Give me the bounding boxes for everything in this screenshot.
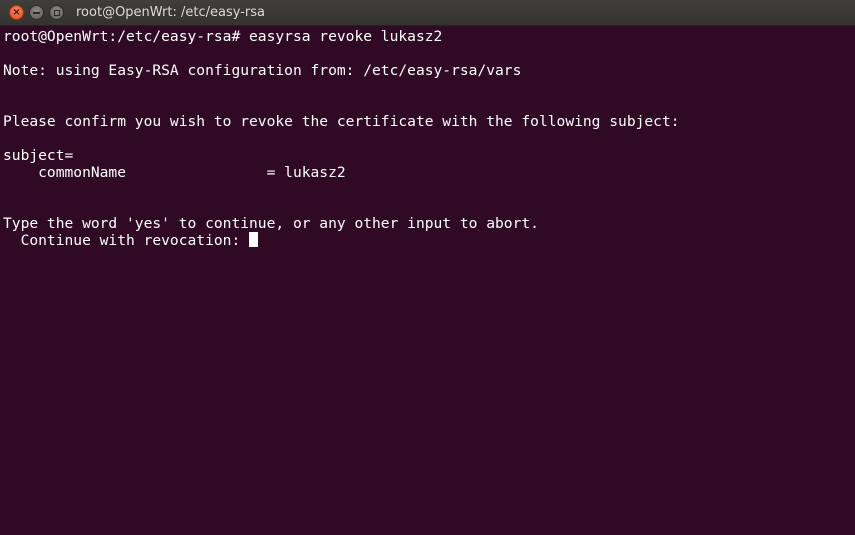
terminal-window: × root@OpenWrt: /etc/easy-rsa root@OpenW… <box>0 0 855 535</box>
terminal-line: commonName = lukasz2 <box>3 164 346 181</box>
window-title: root@OpenWrt: /etc/easy-rsa <box>76 5 265 20</box>
minimize-button[interactable] <box>29 5 44 20</box>
terminal-line: Please confirm you wish to revoke the ce… <box>3 113 680 130</box>
terminal-output[interactable]: root@OpenWrt:/etc/easy-rsa# easyrsa revo… <box>0 26 855 535</box>
title-bar[interactable]: × root@OpenWrt: /etc/easy-rsa <box>0 0 855 26</box>
close-button[interactable]: × <box>9 5 24 20</box>
terminal-prompt-line[interactable]: Continue with revocation: <box>3 232 855 249</box>
minimize-icon <box>33 11 40 14</box>
terminal-line: root@OpenWrt:/etc/easy-rsa# easyrsa revo… <box>3 28 443 45</box>
revocation-prompt: Continue with revocation: <box>3 232 250 249</box>
close-icon: × <box>12 6 21 18</box>
text-cursor <box>249 232 259 247</box>
terminal-line: Type the word 'yes' to continue, or any … <box>3 215 539 232</box>
terminal-line: Note: using Easy-RSA configuration from:… <box>3 62 522 79</box>
maximize-icon <box>53 9 60 16</box>
maximize-button[interactable] <box>49 5 64 20</box>
terminal-line: subject= <box>3 147 74 164</box>
